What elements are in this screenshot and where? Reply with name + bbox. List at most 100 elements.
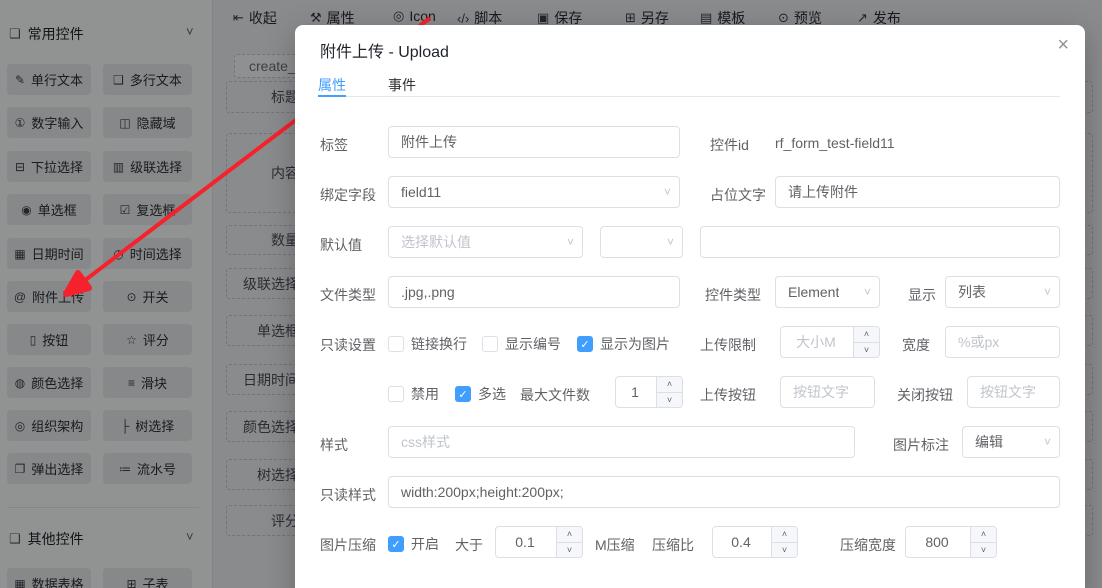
select-value: Element xyxy=(788,284,839,300)
checkbox-icon xyxy=(388,336,404,352)
select-placeholder: 选择默认值 xyxy=(401,232,471,252)
default-subtype-select[interactable]: ˅ xyxy=(600,226,683,258)
file-type-label: 文件类型 xyxy=(320,285,376,305)
compress-enable-checkbox[interactable]: ✓ 开启 xyxy=(388,534,439,554)
stepper-value: 1 xyxy=(616,377,656,407)
widget-id-value: rf_form_test-field11 xyxy=(775,135,895,151)
chevron-down-icon: ˅ xyxy=(667,235,674,249)
close-button-label: 关闭按钮 xyxy=(897,385,953,405)
m-compress-label: M压缩 xyxy=(595,535,635,555)
compress-width-stepper[interactable]: 800˄˅ xyxy=(905,526,997,558)
default-value-input[interactable] xyxy=(700,226,1060,258)
display-label: 显示 xyxy=(908,285,936,305)
link-wrap-checkbox[interactable]: 链接换行 xyxy=(388,334,467,354)
checkbox-icon xyxy=(388,386,404,402)
spinner-up-icon[interactable]: ˄ xyxy=(557,527,582,543)
stepper-value: 800 xyxy=(906,527,970,557)
width-label: 宽度 xyxy=(902,335,930,355)
checkbox-checked-icon: ✓ xyxy=(577,336,593,352)
greater-than-label: 大于 xyxy=(455,535,483,555)
compress-width-label: 压缩宽度 xyxy=(840,535,896,555)
label-input[interactable] xyxy=(388,126,680,158)
tab-properties[interactable]: 属性 xyxy=(318,75,346,95)
spinner-up-icon[interactable]: ˄ xyxy=(772,527,797,543)
checkbox-icon xyxy=(482,336,498,352)
spinner-down-icon[interactable]: ˅ xyxy=(854,343,879,358)
chevron-down-icon: ˅ xyxy=(664,185,671,199)
style-label: 样式 xyxy=(320,435,348,455)
default-value-select[interactable]: 选择默认值 ˅ xyxy=(388,226,583,258)
greater-than-stepper[interactable]: 0.1˄˅ xyxy=(495,526,583,558)
upload-button-text-input[interactable] xyxy=(780,376,875,408)
readonly-style-label: 只读样式 xyxy=(320,485,376,505)
disabled-checkbox[interactable]: 禁用 xyxy=(388,384,439,404)
display-mode-select[interactable]: 列表 ˅ xyxy=(945,276,1060,308)
close-button-text-input[interactable] xyxy=(967,376,1060,408)
checkbox-label: 链接换行 xyxy=(411,334,467,354)
spinner: ˄˅ xyxy=(853,327,879,357)
chevron-down-icon: ˅ xyxy=(1044,435,1051,449)
select-value: 编辑 xyxy=(975,432,1003,452)
spinner-down-icon[interactable]: ˅ xyxy=(657,393,682,408)
tab-events[interactable]: 事件 xyxy=(388,75,416,95)
checkbox-label: 禁用 xyxy=(411,384,439,404)
default-value-label: 默认值 xyxy=(320,235,362,255)
spinner: ˄˅ xyxy=(556,527,582,557)
label-field-label: 标签 xyxy=(320,135,348,155)
upload-limit-label: 上传限制 xyxy=(700,335,756,355)
checkbox-label: 开启 xyxy=(411,534,439,554)
multiple-checkbox[interactable]: ✓ 多选 xyxy=(455,384,506,404)
form-designer-app: ❑ 常用控件 ˅ ✎单行文本 ❑多行文本 ①数字输入 ◫隐藏域 ⊟下拉选择 ▥级… xyxy=(0,0,1102,588)
compress-ratio-stepper[interactable]: 0.4˄˅ xyxy=(712,526,798,558)
checkbox-checked-icon: ✓ xyxy=(455,386,471,402)
bind-field-label: 绑定字段 xyxy=(320,185,376,205)
tab-divider xyxy=(320,96,1060,97)
image-caption-select[interactable]: 编辑 ˅ xyxy=(962,426,1060,458)
width-input[interactable] xyxy=(945,326,1060,358)
stepper-value: 0.1 xyxy=(496,527,556,557)
spinner: ˄˅ xyxy=(970,527,996,557)
checkbox-label: 显示编号 xyxy=(505,334,561,354)
dialog-title: 附件上传 - Upload xyxy=(320,38,449,62)
image-caption-label: 图片标注 xyxy=(893,435,949,455)
max-files-stepper[interactable]: 1˄˅ xyxy=(615,376,683,408)
show-as-image-checkbox[interactable]: ✓ 显示为图片 xyxy=(577,334,670,354)
spinner-down-icon[interactable]: ˅ xyxy=(971,543,996,558)
stepper-placeholder: 大小M xyxy=(781,327,853,357)
select-value: 列表 xyxy=(958,282,986,302)
readonly-setting-label: 只读设置 xyxy=(320,335,376,355)
spinner: ˄˅ xyxy=(771,527,797,557)
image-compress-label: 图片压缩 xyxy=(320,535,376,555)
max-files-label: 最大文件数 xyxy=(520,385,590,405)
bind-field-select[interactable]: field11 ˅ xyxy=(388,176,680,208)
spinner-up-icon[interactable]: ˄ xyxy=(657,377,682,393)
spinner: ˄˅ xyxy=(656,377,682,407)
spinner-down-icon[interactable]: ˅ xyxy=(557,543,582,558)
upload-limit-stepper[interactable]: 大小M˄˅ xyxy=(780,326,880,358)
widget-type-select[interactable]: Element ˅ xyxy=(775,276,880,308)
file-type-input[interactable] xyxy=(388,276,680,308)
style-input[interactable] xyxy=(388,426,855,458)
readonly-style-input[interactable] xyxy=(388,476,1060,508)
checkbox-checked-icon: ✓ xyxy=(388,536,404,552)
stepper-value: 0.4 xyxy=(713,527,771,557)
spinner-up-icon[interactable]: ˄ xyxy=(971,527,996,543)
placeholder-text-label: 占位文字 xyxy=(710,185,766,205)
chevron-down-icon: ˅ xyxy=(1044,285,1051,299)
checkbox-label: 多选 xyxy=(478,384,506,404)
show-number-checkbox[interactable]: 显示编号 xyxy=(482,334,561,354)
widget-type-label: 控件类型 xyxy=(705,285,761,305)
upload-settings-dialog: 附件上传 - Upload × 属性 事件 标签 控件id rf_form_te… xyxy=(295,25,1085,588)
checkbox-label: 显示为图片 xyxy=(600,334,670,354)
spinner-down-icon[interactable]: ˅ xyxy=(772,543,797,558)
placeholder-text-input[interactable] xyxy=(775,176,1060,208)
upload-button-label: 上传按钮 xyxy=(700,385,756,405)
spinner-up-icon[interactable]: ˄ xyxy=(854,327,879,343)
chevron-down-icon: ˅ xyxy=(567,235,574,249)
active-tab-underline xyxy=(318,95,346,97)
compress-ratio-label: 压缩比 xyxy=(652,535,694,555)
close-icon[interactable]: × xyxy=(1057,35,1069,55)
widget-id-label: 控件id xyxy=(710,135,749,155)
chevron-down-icon: ˅ xyxy=(864,285,871,299)
select-value: field11 xyxy=(401,184,441,200)
